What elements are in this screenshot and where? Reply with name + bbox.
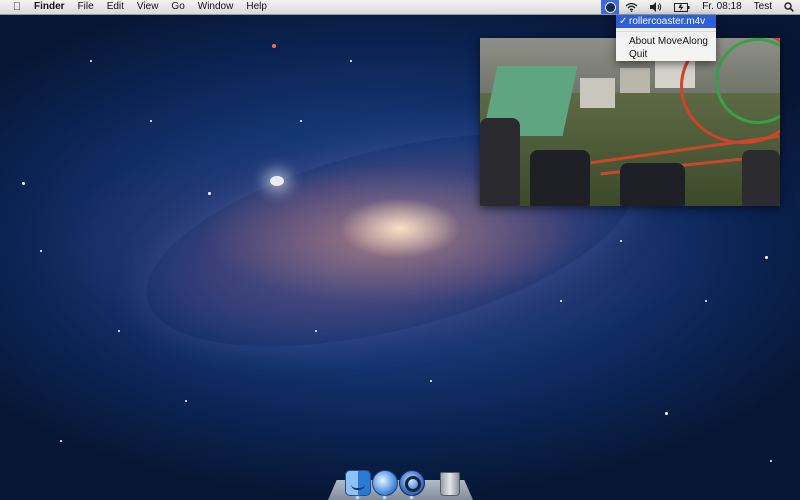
menu-window[interactable]: Window <box>198 0 234 14</box>
star <box>208 192 211 195</box>
star <box>350 60 352 62</box>
apple-icon[interactable]:  <box>10 0 24 14</box>
movealong-menu-icon[interactable] <box>601 0 620 14</box>
star <box>300 120 302 122</box>
star <box>430 380 432 382</box>
running-indicator <box>410 496 413 499</box>
star <box>90 60 92 62</box>
menu-separator <box>616 31 716 32</box>
menu-item-label: About MoveAlong <box>629 36 708 47</box>
menu-user[interactable]: Test <box>754 0 772 14</box>
star <box>560 300 562 302</box>
menu-view[interactable]: View <box>137 0 159 14</box>
menu-file[interactable]: File <box>78 0 94 14</box>
finder-icon[interactable] <box>345 470 371 496</box>
star <box>185 400 187 402</box>
video-frame-building <box>620 68 650 93</box>
trash-icon[interactable] <box>440 472 460 496</box>
movealong-icon[interactable] <box>372 470 398 496</box>
running-indicator <box>383 496 386 499</box>
star <box>665 412 668 415</box>
star <box>40 250 42 252</box>
star <box>315 330 317 332</box>
star <box>272 44 276 48</box>
quicktime-q-icon <box>405 476 421 492</box>
video-frame-seat <box>742 150 780 206</box>
menu-item-rollercoaster[interactable]: ✓ rollercoaster.m4v <box>616 15 716 28</box>
movealong-dropdown-menu: ✓ rollercoaster.m4v About MoveAlong Quit <box>616 15 716 61</box>
finder-face-icon <box>351 476 365 490</box>
battery-icon[interactable] <box>674 0 690 14</box>
menu-item-label: rollercoaster.m4v <box>629 16 706 27</box>
running-indicator <box>356 496 359 499</box>
menu-item-label: Quit <box>629 49 648 60</box>
video-frame-seat <box>530 150 590 206</box>
dock <box>328 470 473 500</box>
menu-go[interactable]: Go <box>171 0 184 14</box>
menu-edit[interactable]: Edit <box>107 0 124 14</box>
volume-icon[interactable] <box>650 0 662 14</box>
menu-item-quit[interactable]: Quit <box>616 48 716 61</box>
star <box>150 120 152 122</box>
checkmark-icon: ✓ <box>619 16 628 27</box>
video-frame-building <box>580 78 615 108</box>
video-player-window[interactable] <box>480 38 780 206</box>
star <box>770 460 772 462</box>
wifi-icon[interactable] <box>625 0 638 14</box>
status-area: Fr. 08:18 Test <box>601 0 800 14</box>
menu-app-name[interactable]: Finder <box>34 0 65 14</box>
video-frame-seat <box>480 118 520 206</box>
video-frame-seat <box>620 163 685 206</box>
star <box>118 330 120 332</box>
menu-help[interactable]: Help <box>246 0 267 14</box>
menu-clock[interactable]: Fr. 08:18 <box>702 0 741 14</box>
menu-bar:  Finder File Edit View Go Window Help <box>0 0 800 15</box>
star <box>270 176 284 186</box>
movealong-glyph-icon <box>604 1 616 13</box>
spotlight-icon[interactable] <box>784 0 794 14</box>
star <box>22 182 25 185</box>
quicktime-icon[interactable] <box>399 470 425 496</box>
star <box>620 240 622 242</box>
star <box>60 440 62 442</box>
star <box>765 256 768 259</box>
star <box>705 300 707 302</box>
menu-item-about[interactable]: About MoveAlong <box>616 35 716 48</box>
